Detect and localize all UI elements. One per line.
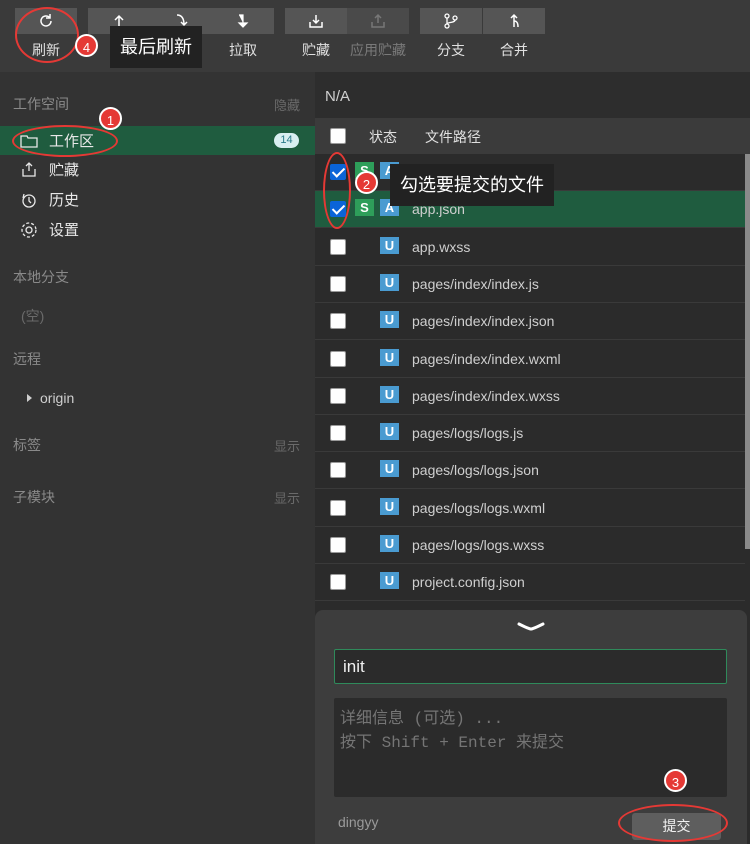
file-checkbox[interactable] [330,425,346,442]
file-checkbox[interactable] [330,275,346,292]
annotation-tooltip-refresh: 最后刷新 [110,26,202,68]
merge-icon [510,13,519,28]
branch-icon [444,13,458,29]
tags-show-link[interactable]: 显示 [274,436,300,455]
file-row[interactable]: Upages/index/index.js [315,266,745,303]
file-row[interactable]: Upages/index/index.wxss [315,378,745,415]
file-checkbox[interactable] [330,499,346,516]
annotation-workspace-circle [12,125,118,157]
file-row[interactable]: Upages/index/index.json [315,303,745,341]
merge-label: 合并 [500,42,528,58]
stash-box-icon [20,161,38,179]
file-row[interactable]: Upages/logs/logs.json [315,452,745,490]
file-checkbox[interactable] [330,387,346,404]
status-badge: U [380,311,399,329]
file-path: pages/logs/logs.wxml [412,499,546,516]
tags-section-title: 标签 [13,437,41,453]
file-row[interactable]: Uapp.wxss [315,229,745,266]
status-badge: U [380,236,399,254]
file-row[interactable]: Upages/logs/logs.wxml [315,490,745,527]
stash-icon [309,15,323,28]
file-table-header: 状态 文件路径 [315,118,750,154]
path-column-header: 文件路径 [425,129,481,145]
file-row[interactable]: Upages/logs/logs.wxss [315,527,745,564]
sidebar-item-label: 设置 [49,222,80,239]
pull-icon [237,14,249,28]
changes-count-badge: 14 [274,133,299,148]
file-path: pages/index/index.js [412,275,539,292]
file-path: app.wxss [412,238,471,255]
pull-label: 拉取 [229,42,257,58]
file-row[interactable]: Upages/index/index.wxml [315,341,745,378]
file-checkbox[interactable] [330,238,346,255]
file-checkbox[interactable] [330,462,346,479]
apply-stash-label: 应用贮藏 [350,42,406,58]
sidebar-item-label: 贮藏 [49,162,80,179]
file-path: pages/index/index.json [412,313,555,330]
annotation-badge-1: 1 [99,107,122,130]
workspace-section-title: 工作空间 [13,96,69,112]
stash-button[interactable] [285,8,347,34]
status-column-header: 状态 [369,129,397,145]
sidebar: 工作空间 隐藏 工作区 14 贮藏 历史 设置 本地分支 (空) 远程 orig… [0,72,315,844]
annotation-badge-4: 4 [75,34,98,57]
file-checkbox[interactable] [330,537,346,553]
status-badge: U [380,460,399,478]
file-checkbox[interactable] [330,313,346,330]
file-path: project.config.json [412,574,525,591]
status-badge: U [380,348,399,366]
select-all-checkbox[interactable] [330,128,346,144]
workspace-hide-link[interactable]: 隐藏 [274,95,300,114]
apply-stash-icon [371,13,385,28]
file-list: SAapp.jsSAapp.jsonUapp.wxssUpages/index/… [315,154,745,610]
remote-origin-item[interactable]: origin [27,390,74,406]
merge-button[interactable] [483,8,545,34]
branch-bar: N/A [315,72,750,118]
commit-author: dingyy [338,814,379,830]
status-badge: U [380,535,399,552]
file-checkbox[interactable] [330,574,346,591]
file-path: pages/index/index.wxss [412,387,560,404]
chevron-down-icon[interactable] [515,616,547,638]
git-panel-window: 刷新 抓 拉取 贮藏 应用贮藏 分支 合并 工作空间 隐藏 工作区 14 贮藏 … [0,0,750,844]
status-badge: U [380,385,399,403]
file-path: pages/logs/logs.js [412,425,524,442]
gear-icon [20,221,38,239]
local-branch-section-title: 本地分支 [13,269,69,285]
pull-button[interactable] [212,8,274,34]
branch-button[interactable] [420,8,482,34]
sidebar-item-history[interactable]: 历史 [0,185,315,214]
sidebar-item-stash[interactable]: 贮藏 [0,155,315,184]
status-badge: U [380,423,399,441]
file-path: pages/index/index.wxml [412,350,561,367]
caret-right-icon [27,394,32,402]
annotation-refresh-circle [15,7,79,63]
annotation-badge-3: 3 [664,769,687,792]
file-row[interactable]: Upages/logs/logs.js [315,415,745,453]
local-branch-empty: (空) [21,308,45,324]
annotation-badge-2: 2 [355,171,378,194]
history-icon [20,191,38,209]
status-badge: U [380,497,399,515]
annotation-tooltip-select: 勾选要提交的文件 [390,164,554,206]
file-path: pages/logs/logs.wxss [412,537,545,553]
file-row[interactable]: Uproject.config.json [315,564,745,602]
file-path: pages/logs/logs.json [412,462,539,479]
annotation-checkbox-circle [323,152,351,229]
submodules-section-title: 子模块 [13,489,55,505]
file-list-scrollbar[interactable] [745,154,750,549]
status-badge: S [355,199,374,217]
status-badge: U [380,273,399,291]
sidebar-item-label: 历史 [49,192,80,209]
file-checkbox[interactable] [330,350,346,367]
apply-stash-button[interactable] [347,8,409,34]
remote-section-title: 远程 [13,351,41,367]
submodules-show-link[interactable]: 显示 [274,488,300,507]
remote-origin-label: origin [40,390,75,406]
current-branch: N/A [325,88,351,105]
commit-summary-input[interactable] [334,649,727,684]
sidebar-item-settings[interactable]: 设置 [0,215,315,244]
annotation-commit-circle [618,804,728,842]
status-badge: U [380,572,399,590]
